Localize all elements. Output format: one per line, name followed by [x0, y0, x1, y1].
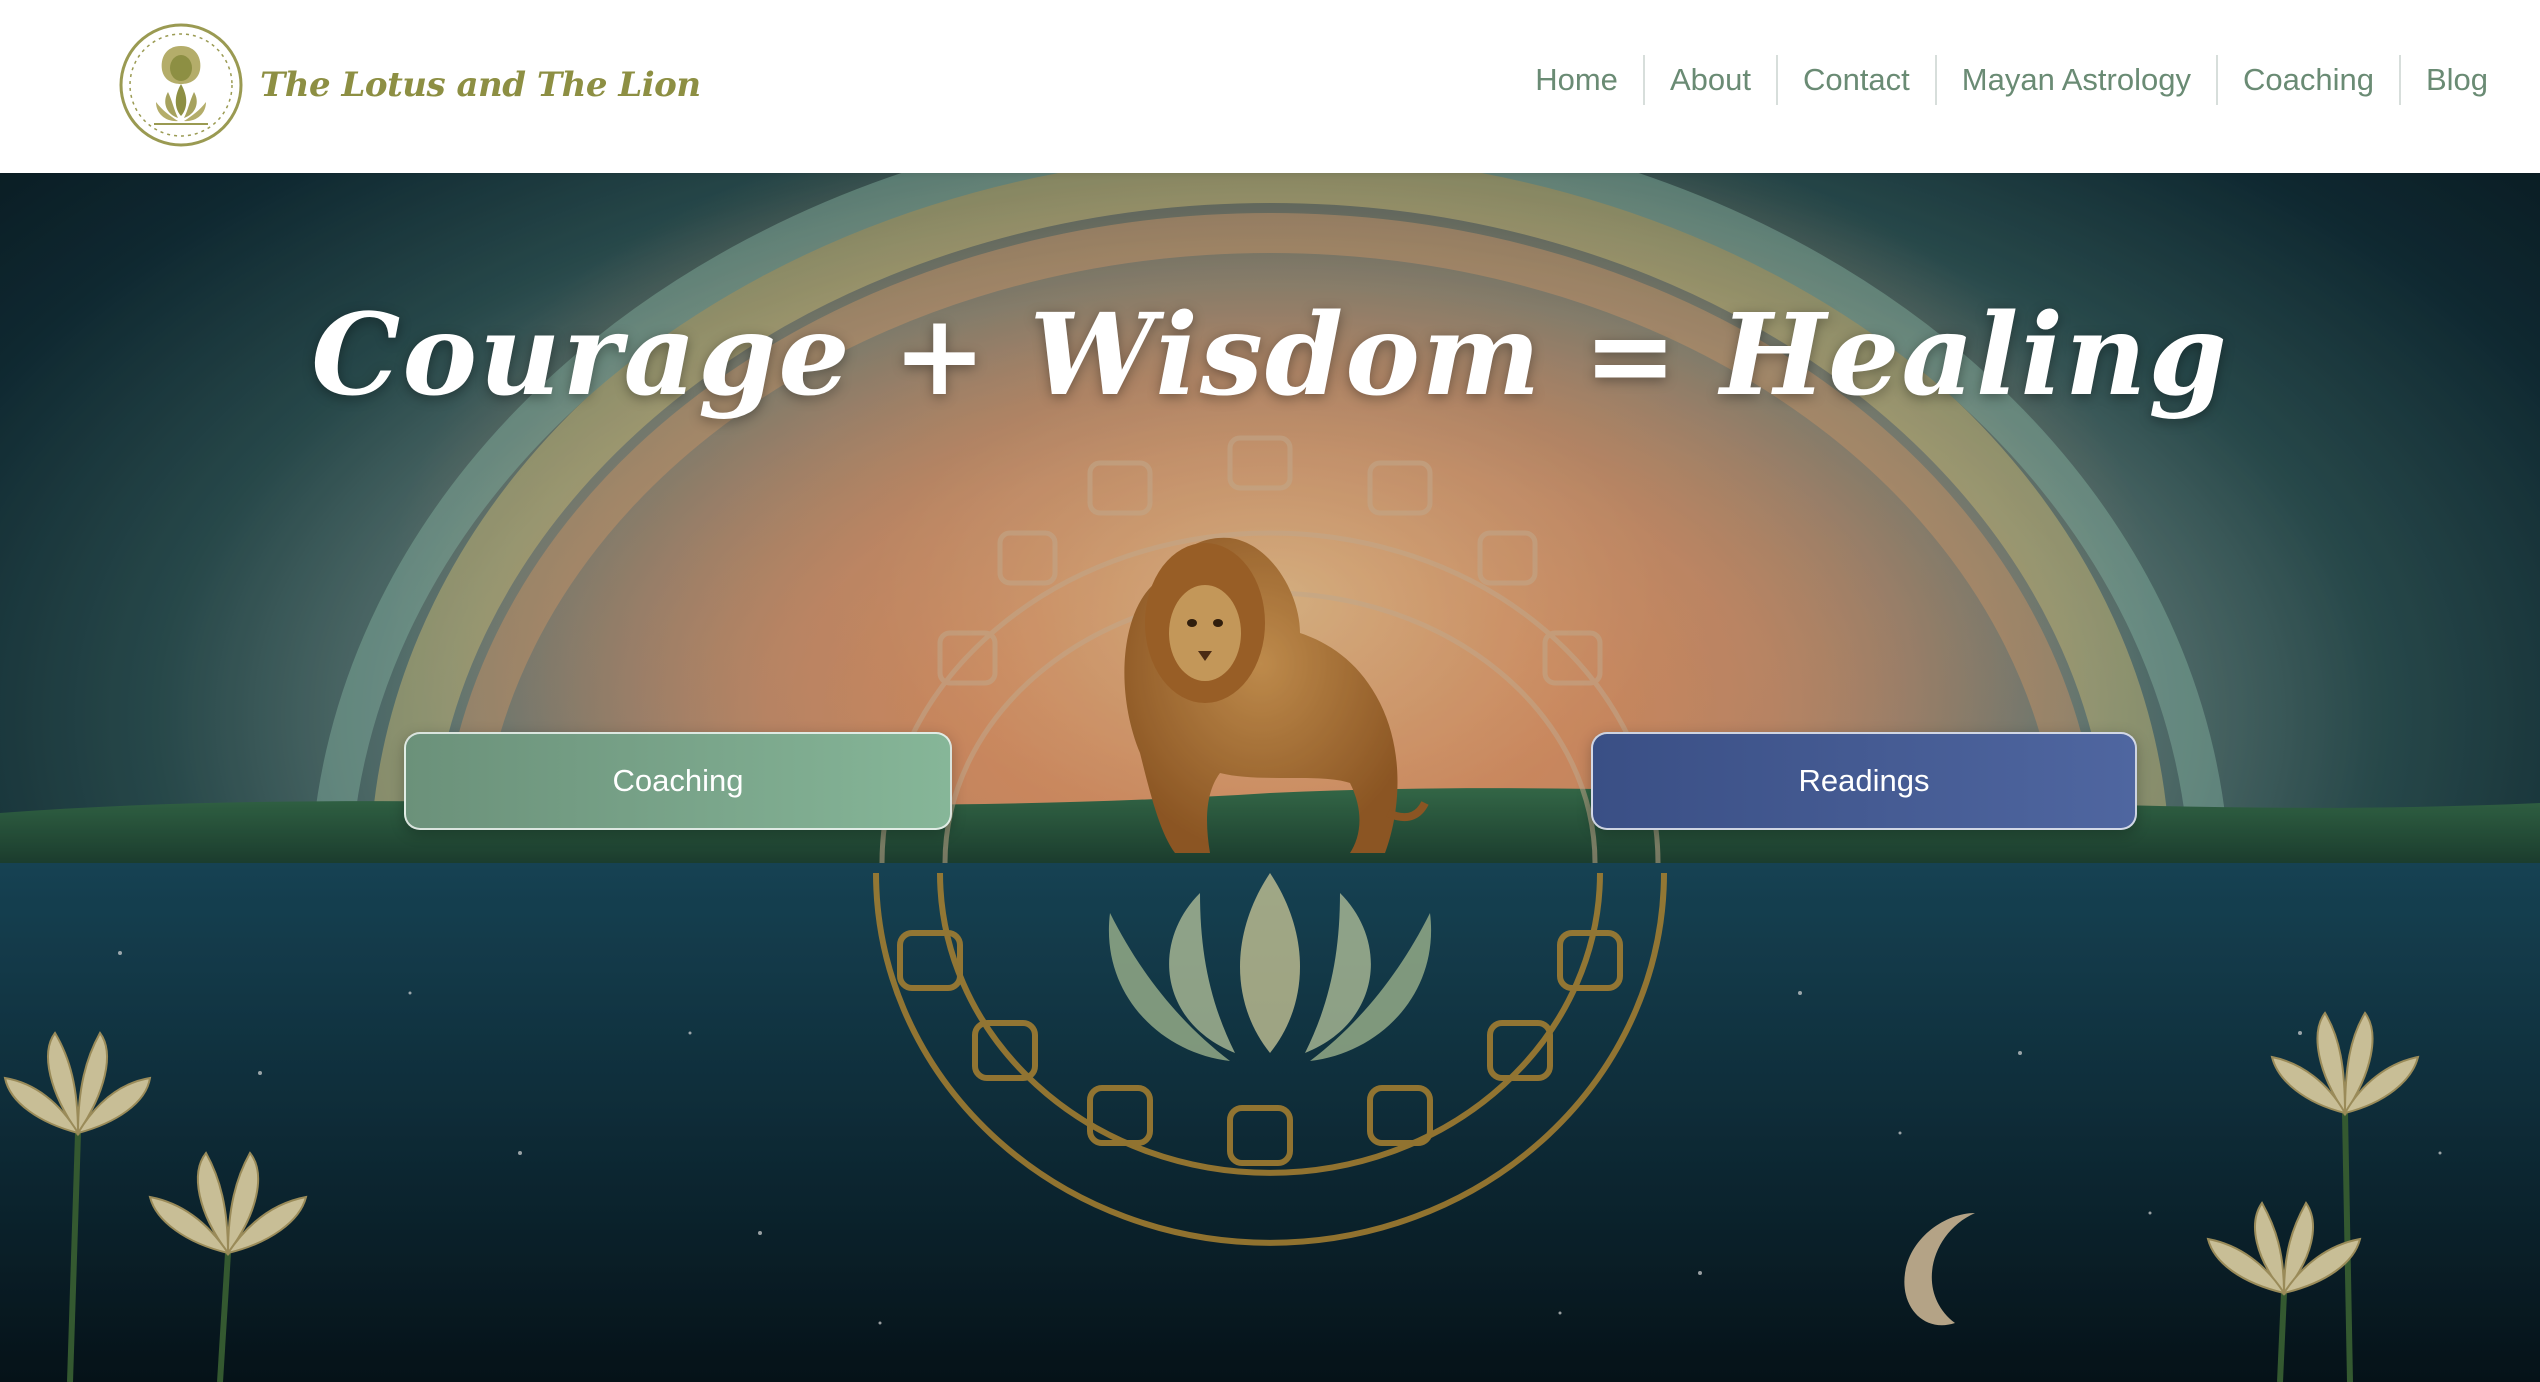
hero-section: Courage + Wisdom = Healing Coaching Read…	[0, 173, 2540, 1382]
nav-item-blog[interactable]: Blog	[2401, 55, 2488, 105]
lion-lotus-emblem-icon	[119, 23, 243, 147]
site-header: The Lotus and The Lion Home About Contac…	[0, 0, 2540, 173]
brand-logo-link[interactable]: The Lotus and The Lion	[118, 22, 701, 148]
coaching-button[interactable]: Coaching	[404, 732, 952, 830]
brand-name: The Lotus and The Lion	[260, 65, 701, 105]
hero-headline: Courage + Wisdom = Healing	[311, 290, 2229, 422]
nav-item-home[interactable]: Home	[1510, 55, 1645, 105]
nav-item-contact[interactable]: Contact	[1778, 55, 1937, 105]
readings-button[interactable]: Readings	[1591, 732, 2137, 830]
nav-item-mayan-astrology[interactable]: Mayan Astrology	[1937, 55, 2218, 105]
nav-item-about[interactable]: About	[1645, 55, 1778, 105]
nav-item-coaching[interactable]: Coaching	[2218, 55, 2401, 105]
main-nav: Home About Contact Mayan Astrology Coach…	[1510, 52, 2488, 108]
